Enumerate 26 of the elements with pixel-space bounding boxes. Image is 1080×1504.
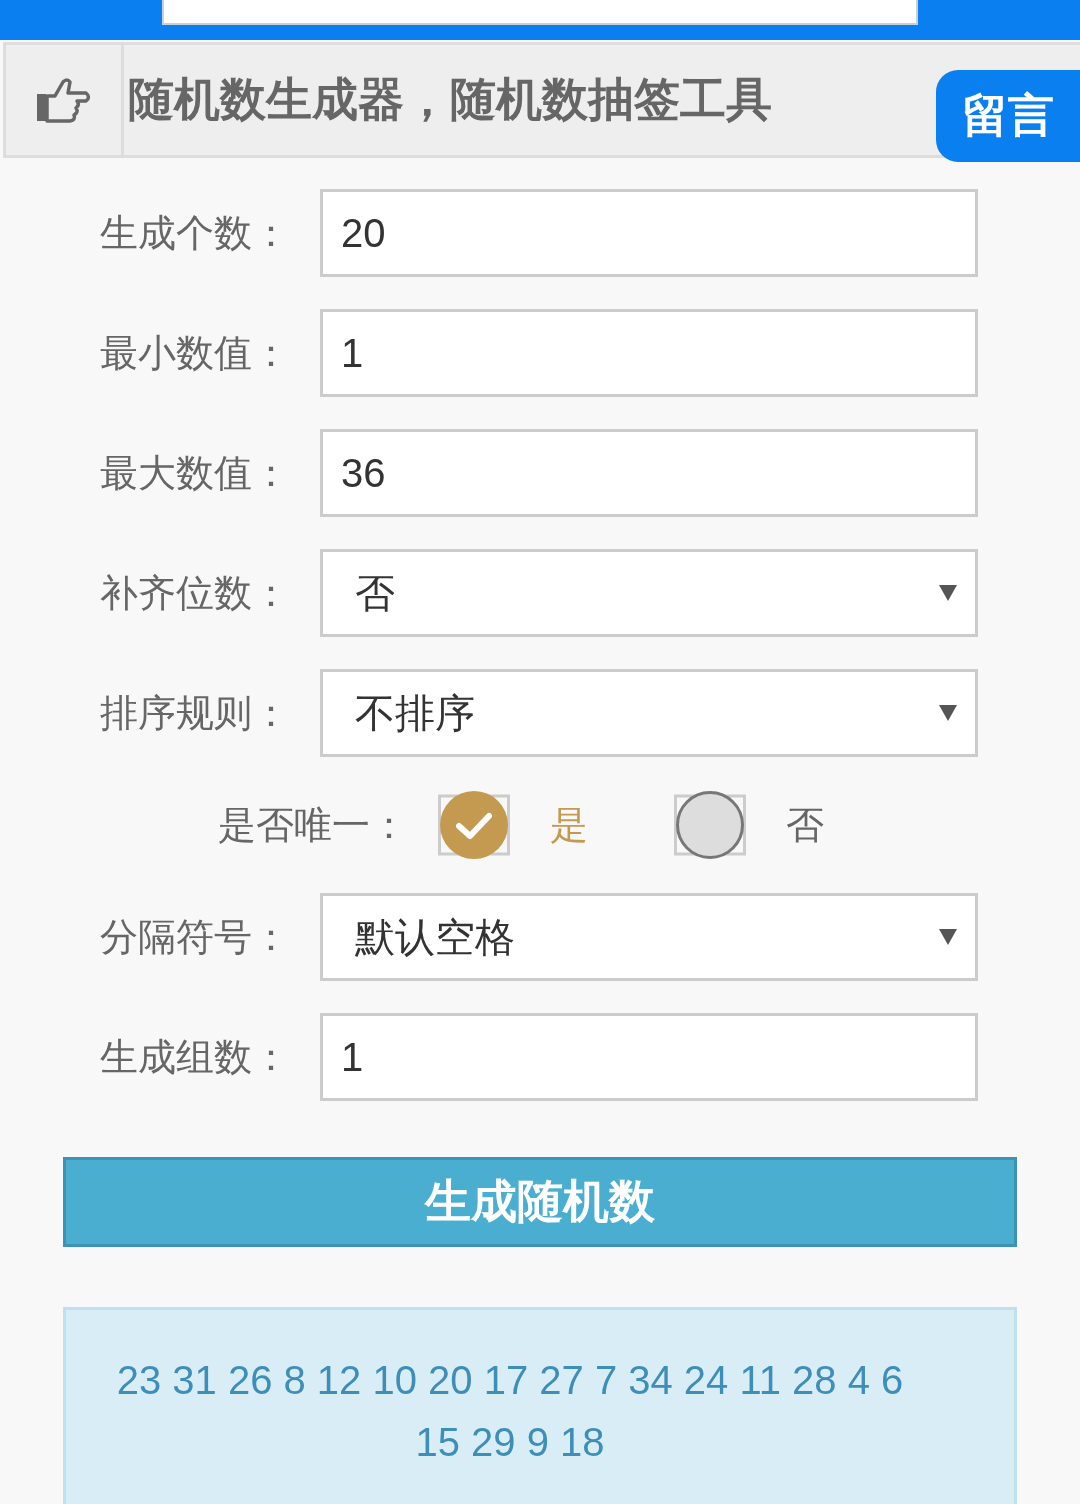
option-label[interactable]: 否 bbox=[786, 799, 824, 851]
field-label: 补齐位数： bbox=[100, 569, 290, 617]
dropdown[interactable]: 不排序 bbox=[320, 669, 978, 757]
page-title: 随机数生成器，随机数抽签工具 bbox=[128, 71, 772, 128]
caret-icon bbox=[939, 705, 957, 721]
input-field[interactable]: 1 bbox=[320, 309, 978, 397]
input-field[interactable]: 20 bbox=[320, 189, 978, 277]
field-label: 最小数值： bbox=[100, 329, 290, 377]
message-button[interactable]: 留言 bbox=[936, 70, 1080, 162]
input-field[interactable] bbox=[162, 0, 918, 25]
radio-button[interactable] bbox=[438, 789, 510, 861]
field-label: 分隔符号： bbox=[100, 913, 290, 961]
input-field[interactable]: 36 bbox=[320, 429, 978, 517]
field-label: 排序规则： bbox=[100, 689, 290, 737]
pointing-hand-icon bbox=[35, 77, 92, 123]
radio-button[interactable] bbox=[674, 789, 746, 861]
field-label: 是否唯一： bbox=[218, 801, 408, 849]
dropdown[interactable]: 默认空格 bbox=[320, 893, 978, 981]
field-label: 生成组数： bbox=[100, 1033, 290, 1081]
result-numbers: 23 31 26 8 12 10 20 17 27 7 34 24 11 28 4 6 15 29 9 18 bbox=[115, 1357, 905, 1466]
caret-icon bbox=[939, 929, 957, 945]
field-label: 最大数值： bbox=[100, 449, 290, 497]
field-label: 生成个数： bbox=[100, 209, 290, 257]
input-field[interactable]: 1 bbox=[320, 1013, 978, 1101]
dropdown[interactable]: 否 bbox=[320, 549, 978, 637]
caret-icon bbox=[939, 585, 957, 601]
